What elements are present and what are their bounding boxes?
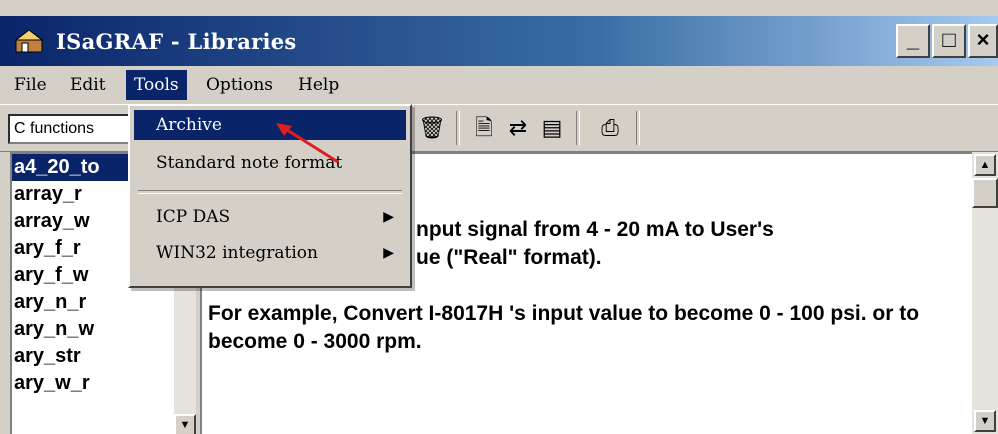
menu-help[interactable]: Help bbox=[290, 70, 347, 100]
list-item[interactable]: ary_w_r bbox=[12, 370, 196, 397]
scroll-up-icon[interactable]: ▲ bbox=[974, 154, 996, 176]
toolbar-separator bbox=[576, 111, 580, 145]
card-icon[interactable]: ▤ bbox=[538, 115, 566, 141]
app-icon bbox=[14, 29, 44, 53]
document-icon[interactable]: 🗎 bbox=[470, 115, 498, 141]
menu-file[interactable]: File bbox=[6, 70, 55, 100]
scroll-down-icon[interactable]: ▼ bbox=[174, 414, 196, 434]
menu-separator bbox=[138, 190, 402, 194]
description-example: For example, Convert I-8017H 's input va… bbox=[208, 302, 920, 353]
menu-item-label: WIN32 integration bbox=[156, 243, 318, 263]
window-title: ISaGRAF - Libraries bbox=[56, 29, 297, 54]
list-item[interactable]: ary_n_r bbox=[12, 289, 196, 316]
close-button[interactable]: × bbox=[968, 24, 998, 58]
scroll-thumb[interactable] bbox=[972, 178, 998, 208]
exchange-icon[interactable]: ⇄ bbox=[504, 115, 532, 141]
submenu-arrow-icon: ▶ bbox=[383, 245, 394, 261]
list-item[interactable]: ary_n_w bbox=[12, 316, 196, 343]
printer-icon[interactable]: ⎙ bbox=[596, 115, 624, 141]
menu-edit[interactable]: Edit bbox=[62, 70, 114, 100]
menu-options[interactable]: Options bbox=[198, 70, 281, 100]
list-item[interactable]: ary_str bbox=[12, 343, 196, 370]
menu-item-label: ICP DAS bbox=[156, 207, 231, 227]
minimize-button[interactable]: _ bbox=[896, 24, 930, 58]
menu-tools[interactable]: Tools bbox=[126, 70, 187, 100]
submenu-arrow-icon: ▶ bbox=[383, 209, 394, 225]
toolbar-separator bbox=[456, 111, 460, 145]
maximize-button[interactable]: □ bbox=[932, 24, 966, 58]
menu-bar: File Edit Tools Options Help bbox=[0, 68, 998, 102]
menu-item-icp-das[interactable]: ICP DAS ▶ bbox=[134, 202, 406, 232]
scroll-down-icon[interactable]: ▼ bbox=[974, 410, 996, 432]
menu-item-win32-integration[interactable]: WIN32 integration ▶ bbox=[134, 238, 406, 268]
isagraf-libraries-window: ISaGRAF - Libraries _ □ × File Edit Tool… bbox=[0, 0, 998, 434]
annotation-arrow-icon bbox=[276, 123, 339, 164]
title-bar[interactable]: ISaGRAF - Libraries _ □ × bbox=[0, 16, 998, 66]
toolbar-separator bbox=[636, 111, 640, 145]
description-scrollbar[interactable]: ▲ ▼ bbox=[972, 152, 998, 434]
trash-icon[interactable]: 🗑 bbox=[418, 115, 446, 141]
